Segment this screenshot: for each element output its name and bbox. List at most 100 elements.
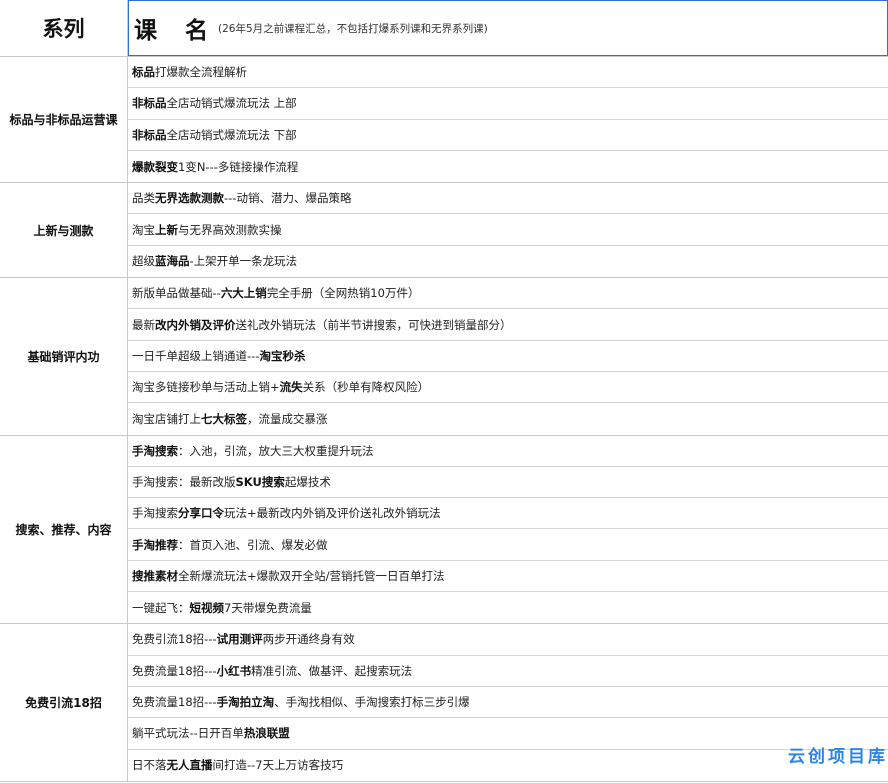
series-name: 上新与测款 [0,183,128,278]
course-row[interactable]: 品类 无界选款测款 ---动销、潜力、爆品策略 [128,183,888,215]
course-text: 淘宝多链接秒单与活动上销+ [132,380,280,395]
course-text: 免费引流18招--- [132,632,217,647]
series-group: 上新与测款 品类 无界选款测款 ---动销、潜力、爆品策略 淘宝 上新 与无界高效测款实操超… [0,183,888,279]
table-header: 系列 课 名 (26年5月之前课程汇总，不包括打爆系列课和无界系列课) [0,0,888,57]
course-list: 手淘搜索 ：入池，引流，放大三大权重提升玩法 手淘搜索：最新改版 SKU搜索 起爆技术手… [128,436,888,624]
course-text: 日不落 [132,758,167,773]
course-row[interactable]: 免费引流18招--- 试用测评 两步开通终身有效 [128,624,888,656]
course-text: 一日千单超级上销通道--- [132,348,260,363]
course-text: 一键起飞： [132,600,190,615]
course-text: 完全手册（全网热销10万件） [266,286,420,301]
course-text: 、手淘找相似、手淘搜索打标三步引爆 [274,695,470,710]
course-text: 与无界高效测款实操 [178,222,282,237]
course-text: -上架开单一条龙玩法 [189,254,298,269]
course-keyword: 蓝海品 [155,254,190,269]
series-name: 免费引流18招 [0,624,128,781]
header-note: (26年5月之前课程汇总，不包括打爆系列课和无界系列课) [218,22,488,35]
course-row[interactable]: 手淘搜索：最新改版 SKU搜索 起爆技术 [128,467,888,499]
series-header: 系列 [0,0,128,56]
course-text: 免费流量18招--- [132,695,217,710]
course-text: 7天带爆免费流量 [224,600,312,615]
course-list: 标品 打爆款全流程解析 非标品 全店动销式爆流玩法 上部 非标品 全店动销式爆流玩法 下部… [128,57,888,182]
course-keyword: 六大上销 [220,286,267,301]
course-text: 免费流量18招--- [132,663,217,678]
course-row[interactable]: 最新 改内外销及评价 送礼改外销玩法（前半节讲搜索，可快进到销量部分） [128,309,888,341]
course-row[interactable]: 淘宝 上新 与无界高效测款实操 [128,214,888,246]
course-row[interactable]: 免费流量18招--- 手淘拍立淘 、手淘找相似、手淘搜索打标三步引爆 [128,687,888,719]
course-keyword: 爆款裂变 [132,159,178,174]
course-row[interactable]: 日不落 无人直播 间打造--7天上万访客技巧 [128,750,888,781]
course-text: 关系（秒单有降权风险） [302,380,430,395]
course-keyword: 热浪联盟 [243,726,290,741]
course-row[interactable]: 淘宝店铺打上 七大标签 ，流量成交暴涨 [128,403,888,434]
course-list: 品类 无界选款测款 ---动销、潜力、爆品策略 淘宝 上新 与无界高效测款实操 超级 蓝海品 -… [128,183,888,277]
course-keyword: SKU搜索 [235,475,285,489]
course-text: 全店动销式爆流玩法 上部 [166,96,297,111]
course-text: 送礼改外销玩法（前半节讲搜索，可快进到销量部分） [235,317,512,332]
course-row[interactable]: 一键起飞： 短视频 7天带爆免费流量 [128,592,888,623]
course-table: 系列 课 名 (26年5月之前课程汇总，不包括打爆系列课和无界系列课) 标品与非… [0,0,888,782]
course-name-header-cell[interactable]: 课 名 (26年5月之前课程汇总，不包括打爆系列课和无界系列课) [128,0,888,56]
course-keyword: 手淘搜索 [132,443,178,458]
watermark: 云创项目库 [788,747,888,767]
course-row[interactable]: 一日千单超级上销通道--- 淘宝秒杀 [128,341,888,372]
course-text: ---动销、潜力、爆品策略 [224,191,352,206]
course-text: 淘宝店铺打上 [132,411,201,426]
course-row[interactable]: 非标品 全店动销式爆流玩法 上部 [128,88,888,120]
course-row[interactable]: 躺平式玩法--日开百单 热浪联盟 [128,718,888,750]
course-text: 精准引流、做基评、起搜索玩法 [251,663,413,678]
course-keyword: 短视频 [189,600,225,615]
course-row[interactable]: 超级 蓝海品 -上架开单一条龙玩法 [128,246,888,277]
course-text: 超级 [132,254,155,269]
course-keyword: 上新 [155,222,178,237]
course-row[interactable]: 手淘推荐 ：首页入池、引流、爆发必做 [128,529,888,561]
course-text: 起爆技术 [284,475,331,489]
course-row[interactable]: 标品 打爆款全流程解析 [128,57,888,89]
course-name-header: 课 名 [134,18,219,44]
course-text: ：首页入池、引流、爆发必做 [178,537,328,552]
course-keyword: 非标品 [132,96,167,111]
series-group: 基础销评内功 新版单品做基础-- 六大上销 完全手册（全网热销10万件） 最新 改内外销及… [0,278,888,436]
course-keyword: 标品 [132,65,155,80]
series-group: 标品与非标品运营课 标品 打爆款全流程解析 非标品 全店动销式爆流玩法 上部 非标品 全店动… [0,57,888,184]
course-text: 手淘搜索：最新改版 [132,475,236,489]
course-text: 两步开通终身有效 [262,632,355,647]
course-keyword: 非标品 [132,127,167,142]
course-keyword: 搜推素材 [132,568,178,583]
course-text: 打爆款全流程解析 [155,65,247,80]
series-group: 免费引流18招 免费引流18招--- 试用测评 两步开通终身有效 免费流量18招--- 小… [0,624,888,782]
course-text: ：入池，引流，放大三大权重提升玩法 [178,443,374,458]
course-text: 1变N---多链接操作流程 [178,159,299,174]
course-keyword: 七大标签 [201,411,247,426]
course-row[interactable]: 淘宝多链接秒单与活动上销+ 流失 关系（秒单有降权风险） [128,372,888,404]
series-group: 搜索、推荐、内容 手淘搜索 ：入池，引流，放大三大权重提升玩法 手淘搜索：最新改版 SK… [0,435,888,625]
course-keyword: 流失 [279,380,303,395]
course-text: ，流量成交暴涨 [247,411,328,426]
course-row[interactable]: 手淘搜索 分享口令 玩法+最新改内外销及评价送礼改外销玩法 [128,498,888,530]
course-row[interactable]: 手淘搜索 ：入池，引流，放大三大权重提升玩法 [128,436,888,467]
course-list: 新版单品做基础-- 六大上销 完全手册（全网热销10万件） 最新 改内外销及评价 送礼改外… [128,278,888,434]
course-list: 免费引流18招--- 试用测评 两步开通终身有效 免费流量18招--- 小红书 精准引流、… [128,624,888,780]
course-text: 全店动销式爆流玩法 下部 [166,127,297,142]
course-keyword: 试用测评 [216,632,263,647]
series-name: 标品与非标品运营课 [0,57,128,183]
course-row[interactable]: 免费流量18招--- 小红书 精准引流、做基评、起搜索玩法 [128,656,888,687]
course-keyword: 改内外销及评价 [155,317,236,332]
course-keyword: 手淘拍立淘 [216,695,275,710]
course-keyword: 无人直播 [166,758,213,773]
series-name: 搜索、推荐、内容 [0,435,128,624]
course-text: 躺平式玩法--日开百单 [132,726,244,741]
table-body: 标品与非标品运营课 标品 打爆款全流程解析 非标品 全店动销式爆流玩法 上部 非标品 全店动… [0,57,888,782]
course-keyword: 分享口令 [178,506,224,521]
course-row[interactable]: 搜推素材 全新爆流玩法+爆款双开全站/营销托管一日百单打法 [128,561,888,593]
course-keyword: 手淘推荐 [132,537,178,552]
course-keyword: 淘宝秒杀 [259,348,306,363]
course-text: 间打造--7天上万访客技巧 [212,758,344,773]
course-row[interactable]: 爆款裂变 1变N---多链接操作流程 [128,151,888,182]
course-row[interactable]: 非标品 全店动销式爆流玩法 下部 [128,120,888,151]
course-text: 淘宝 [132,222,155,237]
course-row[interactable]: 新版单品做基础-- 六大上销 完全手册（全网热销10万件） [128,278,888,310]
course-keyword: 无界选款测款 [155,191,224,206]
course-text: 品类 [132,191,155,206]
course-text: 玩法+最新改内外销及评价送礼改外销玩法 [224,506,441,521]
